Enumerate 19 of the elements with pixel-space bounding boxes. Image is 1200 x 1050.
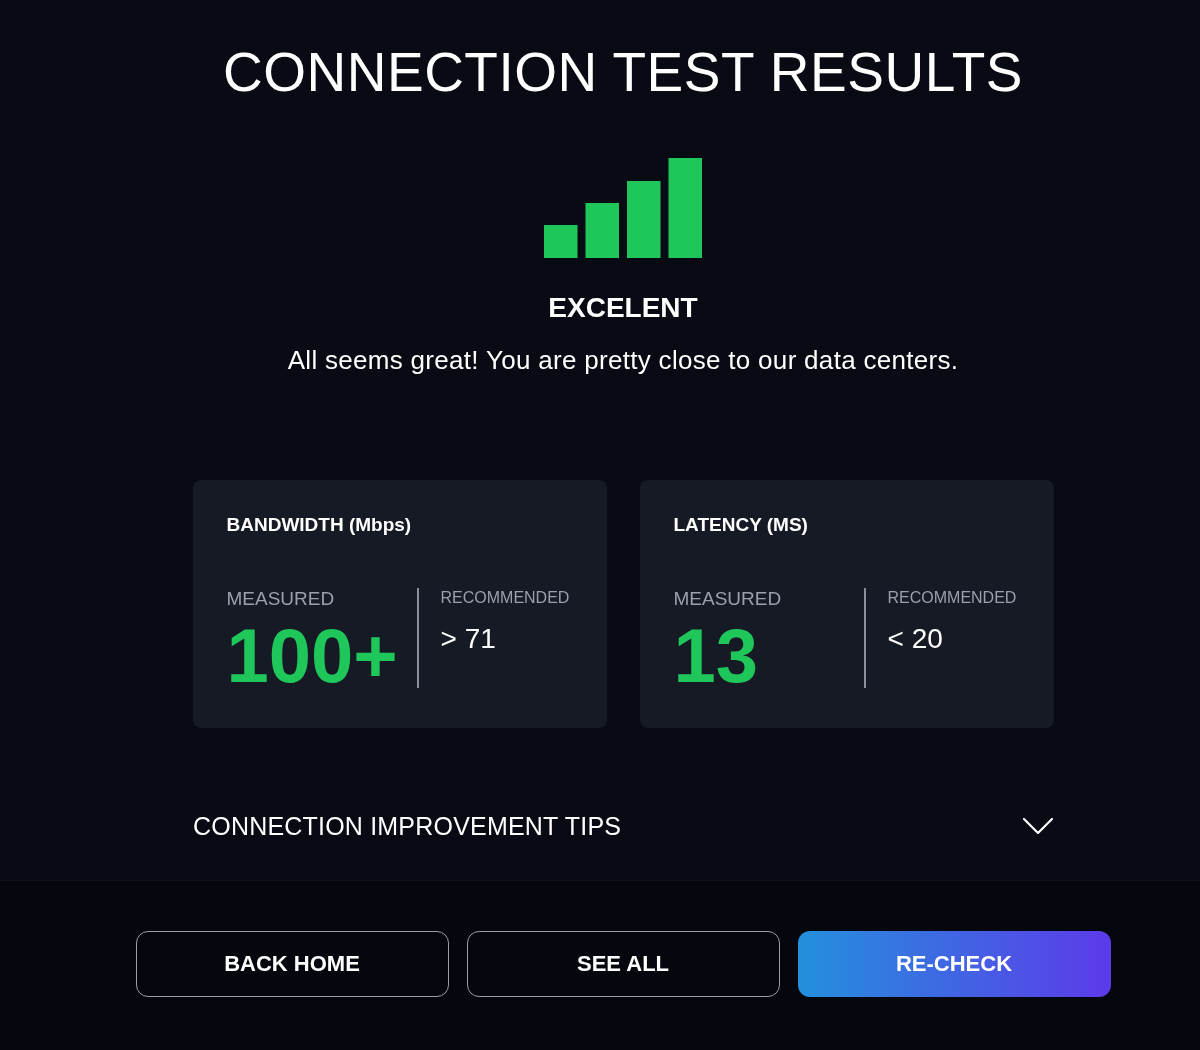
rating-label: EXCELENT (548, 291, 698, 325)
recheck-button[interactable]: RE-CHECK (797, 931, 1111, 997)
recommended-label: RECOMMENDED (440, 588, 570, 608)
status-message: All seems great! You are pretty close to our data centers. (287, 344, 959, 376)
measured-value: 100+ (226, 616, 399, 696)
metric-title: LATENCY (MS) (673, 514, 809, 536)
page-title: CONNECTION TEST RESULTS (223, 40, 1023, 104)
signal-bars-icon (544, 158, 702, 258)
recommended-value: < 20 (887, 623, 944, 655)
measured-label: MEASURED (673, 588, 783, 610)
outline-button[interactable]: SEE ALL (466, 931, 780, 997)
tips-heading[interactable]: CONNECTION IMPROVEMENT TIPS (193, 811, 622, 841)
chevron-icon[interactable] (1023, 818, 1053, 834)
outline-button[interactable]: BACK HOME (135, 931, 449, 997)
recommended-value: > 71 (440, 623, 497, 655)
metric-title: BANDWIDTH (Mbps) (226, 514, 413, 536)
measured-label: MEASURED (226, 588, 336, 610)
measured-value: 13 (673, 616, 760, 696)
recommended-label: RECOMMENDED (887, 588, 1017, 608)
